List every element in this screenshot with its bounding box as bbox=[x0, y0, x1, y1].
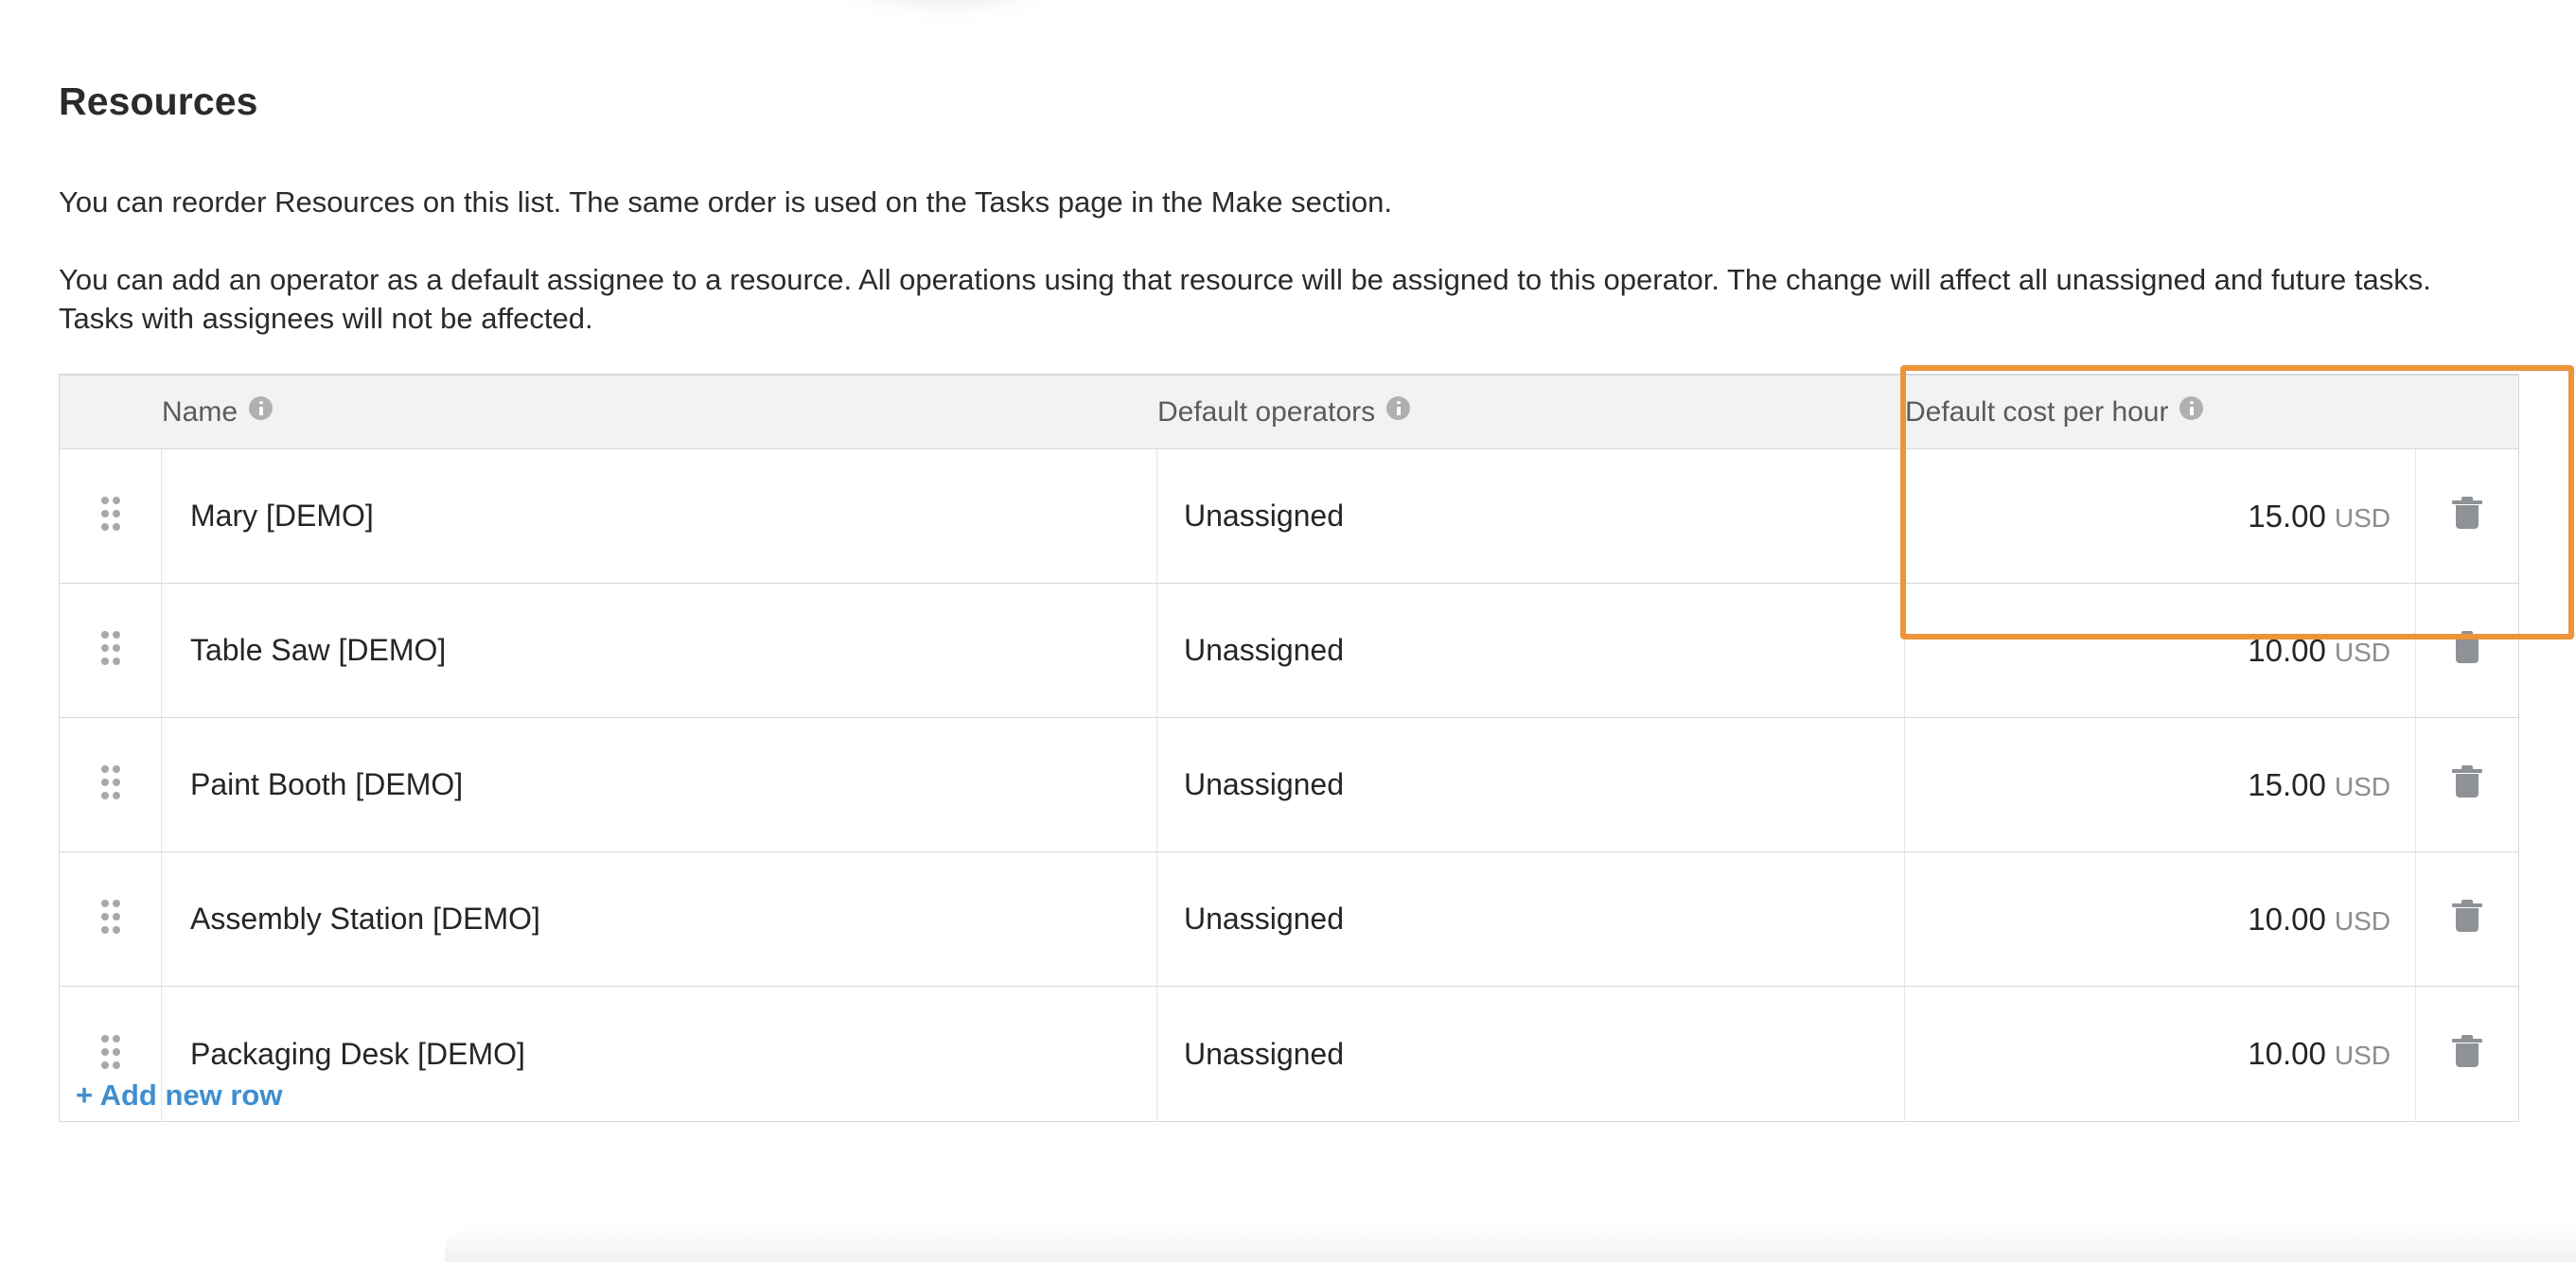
drag-handle-icon[interactable] bbox=[98, 762, 123, 802]
info-icon[interactable] bbox=[2179, 395, 2204, 420]
column-header-delete bbox=[2416, 376, 2518, 449]
resource-name-cell[interactable]: Mary [DEMO] bbox=[162, 449, 1157, 584]
table-row: Paint Booth [DEMO] Unassigned 15.00 USD bbox=[60, 718, 2518, 852]
drag-handle-icon[interactable] bbox=[98, 897, 123, 937]
column-header-reorder bbox=[60, 376, 162, 449]
cost-currency: USD bbox=[2334, 905, 2391, 936]
bottom-panel-artifact bbox=[445, 1226, 2576, 1262]
default-operator-cell[interactable]: Unassigned bbox=[1157, 987, 1905, 1121]
cost-value: 10.00 bbox=[2248, 901, 2326, 937]
resources-table-container: Name Default operators Default cost per … bbox=[59, 374, 2519, 1122]
info-icon[interactable] bbox=[1386, 395, 1411, 420]
cost-value: 10.00 bbox=[2248, 632, 2326, 668]
delete-row-cell bbox=[2416, 852, 2518, 987]
row-reorder-cell bbox=[60, 449, 162, 584]
table-header-row: Name Default operators Default cost per … bbox=[60, 376, 2518, 449]
column-header-name: Name bbox=[162, 376, 1157, 449]
resource-name-cell[interactable]: Assembly Station [DEMO] bbox=[162, 852, 1157, 987]
info-icon[interactable] bbox=[249, 395, 273, 420]
delete-row-cell bbox=[2416, 987, 2518, 1121]
page-title: Resources bbox=[59, 79, 258, 124]
default-cost-cell[interactable]: 15.00 USD bbox=[1905, 449, 2416, 584]
cost-value: 15.00 bbox=[2248, 766, 2326, 802]
add-new-row-button[interactable]: + Add new row bbox=[76, 1078, 282, 1113]
column-header-default-cost-per-hour-label: Default cost per hour bbox=[1905, 395, 2169, 428]
row-reorder-cell bbox=[60, 718, 162, 852]
row-reorder-cell bbox=[60, 852, 162, 987]
resource-name-cell[interactable]: Paint Booth [DEMO] bbox=[162, 718, 1157, 852]
resources-settings-page: Resources You can reorder Resources on t… bbox=[0, 0, 2576, 1262]
delete-row-cell bbox=[2416, 449, 2518, 584]
delete-row-cell bbox=[2416, 718, 2518, 852]
table-row: Packaging Desk [DEMO] Unassigned 10.00 USD bbox=[60, 987, 2518, 1121]
cost-currency: USD bbox=[2334, 502, 2391, 533]
trash-icon[interactable] bbox=[2452, 497, 2482, 531]
drag-handle-icon[interactable] bbox=[98, 1032, 123, 1072]
resources-table: Name Default operators Default cost per … bbox=[59, 374, 2519, 1122]
drag-handle-icon[interactable] bbox=[98, 494, 123, 534]
default-cost-cell[interactable]: 15.00 USD bbox=[1905, 718, 2416, 852]
default-cost-cell[interactable]: 10.00 USD bbox=[1905, 584, 2416, 718]
column-header-default-cost-per-hour: Default cost per hour bbox=[1905, 376, 2416, 449]
trash-icon[interactable] bbox=[2452, 631, 2482, 665]
resource-name-cell[interactable]: Table Saw [DEMO] bbox=[162, 584, 1157, 718]
trash-icon[interactable] bbox=[2452, 900, 2482, 934]
table-body: Mary [DEMO] Unassigned 15.00 USD Table Saw [… bbox=[60, 449, 2518, 1121]
table-row: Table Saw [DEMO] Unassigned 10.00 USD bbox=[60, 584, 2518, 718]
default-operator-cell[interactable]: Unassigned bbox=[1157, 584, 1905, 718]
drag-handle-icon[interactable] bbox=[98, 628, 123, 668]
top-shadow-artifact bbox=[833, 0, 1060, 11]
description-paragraph-1: You can reorder Resources on this list. … bbox=[59, 185, 1392, 219]
default-operator-cell[interactable]: Unassigned bbox=[1157, 449, 1905, 584]
default-cost-cell[interactable]: 10.00 USD bbox=[1905, 852, 2416, 987]
trash-icon[interactable] bbox=[2452, 1034, 2482, 1069]
trash-icon[interactable] bbox=[2452, 765, 2482, 799]
default-operator-cell[interactable]: Unassigned bbox=[1157, 718, 1905, 852]
row-reorder-cell bbox=[60, 584, 162, 718]
table-row: Mary [DEMO] Unassigned 15.00 USD bbox=[60, 449, 2518, 584]
column-header-name-label: Name bbox=[162, 395, 238, 428]
default-cost-cell[interactable]: 10.00 USD bbox=[1905, 987, 2416, 1121]
resource-name-cell[interactable]: Packaging Desk [DEMO] bbox=[162, 987, 1157, 1121]
table-row: Assembly Station [DEMO] Unassigned 10.00 US… bbox=[60, 852, 2518, 987]
column-header-default-operators: Default operators bbox=[1157, 376, 1905, 449]
description-paragraph-2: You can add an operator as a default ass… bbox=[59, 263, 2431, 335]
table-header: Name Default operators Default cost per … bbox=[60, 376, 2518, 449]
default-operator-cell[interactable]: Unassigned bbox=[1157, 852, 1905, 987]
column-header-default-operators-label: Default operators bbox=[1157, 395, 1376, 428]
cost-value: 15.00 bbox=[2248, 498, 2326, 534]
cost-currency: USD bbox=[2334, 637, 2391, 667]
cost-value: 10.00 bbox=[2248, 1036, 2326, 1071]
cost-currency: USD bbox=[2334, 771, 2391, 801]
delete-row-cell bbox=[2416, 584, 2518, 718]
cost-currency: USD bbox=[2334, 1041, 2391, 1070]
